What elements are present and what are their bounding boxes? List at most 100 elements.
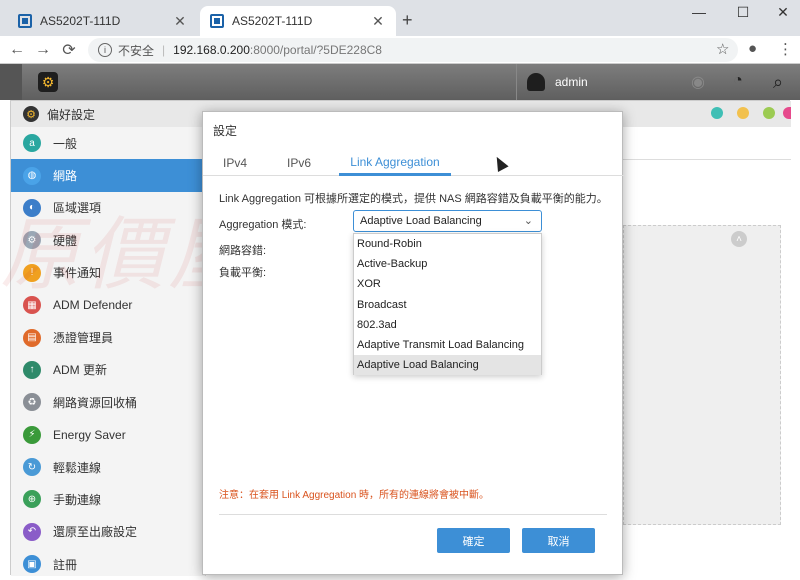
user-menu[interactable]: admin — [516, 64, 588, 100]
minimize-icon[interactable]: — — [684, 4, 714, 20]
dropdown-option[interactable]: 802.3ad — [354, 315, 541, 335]
profile-icon[interactable]: ● — [748, 40, 757, 57]
security-label: 不安全 — [118, 43, 155, 58]
sidebar-item-icon: ⚡ — [23, 425, 41, 444]
sidebar-item-label: 手動連線 — [53, 492, 102, 507]
dialog-footer-divider — [219, 514, 607, 515]
sidebar-item[interactable]: ▣ 註冊 — [11, 548, 205, 580]
sidebar-item[interactable]: ↑ ADM 更新 — [11, 354, 205, 386]
collapse-icon[interactable]: ˄ — [731, 231, 747, 247]
menu-dots-icon[interactable]: ⋮ — [778, 40, 793, 58]
sidebar-item[interactable]: ↻ 輕鬆連線 — [11, 451, 205, 483]
browser-tab-2[interactable]: AS5202T-111D ✕ — [200, 6, 396, 36]
forward-arrow-icon[interactable]: → — [30, 41, 56, 59]
url-path: :8000/portal/?5DE228C8 — [249, 43, 382, 57]
window-dot-teal[interactable] — [711, 107, 723, 119]
search-icon[interactable]: ⌕ — [768, 72, 788, 92]
sidebar-item-label: ADM 更新 — [53, 363, 108, 378]
sidebar-item[interactable]: a 一般 — [11, 127, 205, 159]
activity-icon[interactable]: ◉ — [688, 72, 708, 92]
dropdown-option[interactable]: Active-Backup — [354, 254, 541, 274]
window-dot-yellow[interactable] — [737, 107, 749, 119]
tab-link-aggregation[interactable]: Link Aggregation — [339, 150, 451, 176]
window-dot-green[interactable] — [763, 107, 775, 119]
preferences-title: 偏好設定 — [47, 107, 96, 122]
sidebar-item-label: 一般 — [53, 136, 78, 151]
close-icon[interactable]: ✕ — [370, 13, 386, 30]
sidebar-item-icon: ↻ — [23, 458, 41, 477]
sidebar-item-icon: ▦ — [23, 296, 41, 315]
sidebar-item[interactable]: ⊕ 手動連線 — [11, 483, 205, 515]
aggregation-mode-dropdown: Round-Robin Active-Backup XOR Broadcast 802.… — [353, 233, 542, 376]
sidebar-item-icon: ↑ — [23, 360, 41, 379]
aggregation-mode-value: Adaptive Load Balancing — [360, 215, 482, 227]
dashboard-icon[interactable]: ◔ — [728, 72, 748, 92]
sidebar-item-label: 事件通知 — [53, 266, 102, 281]
dropdown-option[interactable]: Broadcast — [354, 295, 541, 315]
settings-dialog: 設定 IPv4 IPv6 Link Aggregation Link Aggre… — [202, 111, 624, 575]
tab-ipv4[interactable]: IPv4 — [217, 150, 253, 176]
maximize-icon[interactable]: ☐ — [728, 4, 758, 21]
username-label: admin — [555, 75, 588, 89]
settings-gear-icon[interactable]: ⚙ — [38, 72, 58, 92]
sidebar-item-icon: a — [23, 134, 41, 153]
aggregation-mode-select[interactable]: Adaptive Load Balancing ⌄ — [353, 210, 542, 232]
sidebar-item-label: 網路 — [53, 169, 78, 184]
close-icon[interactable]: ✕ — [172, 13, 188, 30]
sidebar-item-icon: ▤ — [23, 328, 41, 347]
new-tab-button[interactable]: + — [402, 10, 413, 31]
sidebar-item-label: 憑證管理員 — [53, 331, 114, 346]
browser-tab-1[interactable]: AS5202T-111D ✕ — [8, 6, 198, 36]
back-arrow-icon[interactable]: ← — [4, 41, 30, 59]
window-close-icon[interactable]: ✕ — [768, 4, 798, 21]
address-separator: | — [162, 43, 166, 57]
sidebar-item-icon: ⚙ — [23, 231, 41, 250]
sidebar-item[interactable]: ▤ 憑證管理員 — [11, 321, 205, 353]
info-icon[interactable]: i — [98, 43, 112, 57]
tab-ipv6[interactable]: IPv6 — [281, 150, 317, 176]
dialog-description: Link Aggregation 可根據所選定的模式，提供 NAS 網路容錯及負… — [219, 193, 608, 205]
preferences-gear-icon: ⚙ — [23, 106, 39, 122]
sidebar-item[interactable]: ⚡ Energy Saver — [11, 419, 205, 451]
sidebar-item-label: 註冊 — [53, 557, 78, 572]
sidebar-item-icon: ◍ — [23, 166, 41, 185]
sidebar-item-icon: ▣ — [23, 555, 41, 574]
dropdown-option[interactable]: Adaptive Load Balancing — [354, 355, 541, 376]
window-dot-pink[interactable] — [783, 107, 791, 119]
aggregation-mode-label: Aggregation 模式: — [219, 219, 307, 231]
sidebar-item[interactable]: ! 事件通知 — [11, 257, 205, 289]
adm-top-bar: ⚙ admin ◉ ◔ ⌕ — [0, 64, 800, 100]
sidebar-item-label: 輕鬆連線 — [53, 460, 102, 475]
dropdown-option[interactable]: Round-Robin — [354, 234, 541, 254]
sidebar-item[interactable]: ◍ 網路 — [11, 159, 205, 192]
sidebar-item-icon: ◐ — [23, 198, 41, 217]
browser-tab-title: AS5202T-111D — [232, 14, 313, 28]
reload-icon[interactable]: ⟳ — [56, 40, 82, 60]
address-bar[interactable]: i 不安全 | 192.168.0.200:8000/portal/?5DE22… — [88, 38, 738, 62]
browser-tabstrip: AS5202T-111D ✕ AS5202T-111D ✕ + — ☐ ✕ — [0, 0, 800, 36]
chevron-down-icon: ⌄ — [523, 215, 533, 227]
bookmark-star-icon[interactable]: ☆ — [716, 40, 729, 58]
asustor-favicon-icon — [210, 14, 224, 28]
sidebar-item[interactable]: ⚙ 硬體 — [11, 224, 205, 256]
sidebar-item-label: 區域選項 — [53, 201, 102, 216]
dropdown-option[interactable]: XOR — [354, 274, 541, 294]
sidebar-item-label: ADM Defender — [53, 298, 133, 313]
adm-left-strip — [0, 64, 22, 100]
dialog-tabs: IPv4 IPv6 Link Aggregation — [203, 150, 624, 176]
sidebar-item[interactable]: ◐ 區域選項 — [11, 192, 205, 224]
sidebar-item[interactable]: ♻ 網路資源回收桶 — [11, 386, 205, 418]
sidebar-item-icon: ♻ — [23, 393, 41, 412]
content-panel — [623, 225, 781, 525]
sidebar-item-icon: ⊕ — [23, 490, 41, 509]
dropdown-option[interactable]: Adaptive Transmit Load Balancing — [354, 335, 541, 355]
cancel-button[interactable]: 取消 — [522, 528, 595, 553]
ok-button[interactable]: 確定 — [437, 528, 510, 553]
sidebar-item-label: 網路資源回收桶 — [53, 395, 138, 410]
warning-notice: 注意：在套用 Link Aggregation 時，所有的連線將會被中斷。 — [219, 490, 490, 501]
sidebar-item-icon: ↶ — [23, 522, 41, 541]
sidebar-item-icon: ! — [23, 263, 41, 282]
sidebar-item[interactable]: ↶ 還原至出廠設定 — [11, 516, 205, 548]
dialog-title: 設定 — [213, 124, 238, 138]
sidebar-item[interactable]: ▦ ADM Defender — [11, 289, 205, 321]
